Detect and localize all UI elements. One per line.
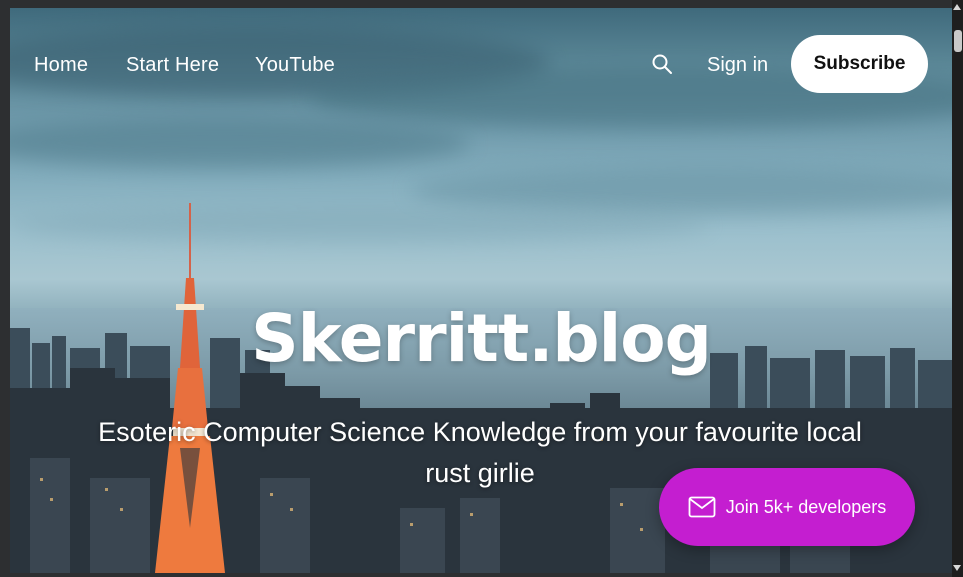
sign-in-link[interactable]: Sign in bbox=[707, 54, 768, 77]
portal-join-label: Join 5k+ developers bbox=[725, 496, 887, 517]
vertical-scrollbar[interactable] bbox=[952, 0, 963, 577]
nav-link-youtube[interactable]: YouTube bbox=[255, 54, 335, 77]
mail-icon bbox=[688, 496, 716, 518]
scroll-down-arrow-icon[interactable] bbox=[953, 565, 961, 571]
window-frame-top bbox=[0, 0, 963, 8]
scroll-up-arrow-icon[interactable] bbox=[953, 4, 961, 10]
subscribe-button[interactable]: Subscribe bbox=[791, 35, 928, 93]
nav-link-home[interactable]: Home bbox=[34, 54, 88, 77]
site-title: Skerritt.blog bbox=[251, 300, 712, 377]
window-frame-bottom bbox=[0, 573, 963, 577]
nav-link-start-here[interactable]: Start Here bbox=[126, 54, 219, 77]
search-icon[interactable] bbox=[650, 52, 674, 76]
scrollbar-thumb[interactable] bbox=[954, 30, 962, 52]
window-frame-left bbox=[0, 0, 10, 577]
top-navigation: Home Start Here YouTube Sign in Subscrib… bbox=[10, 8, 952, 123]
portal-join-button[interactable]: Join 5k+ developers bbox=[659, 468, 915, 546]
